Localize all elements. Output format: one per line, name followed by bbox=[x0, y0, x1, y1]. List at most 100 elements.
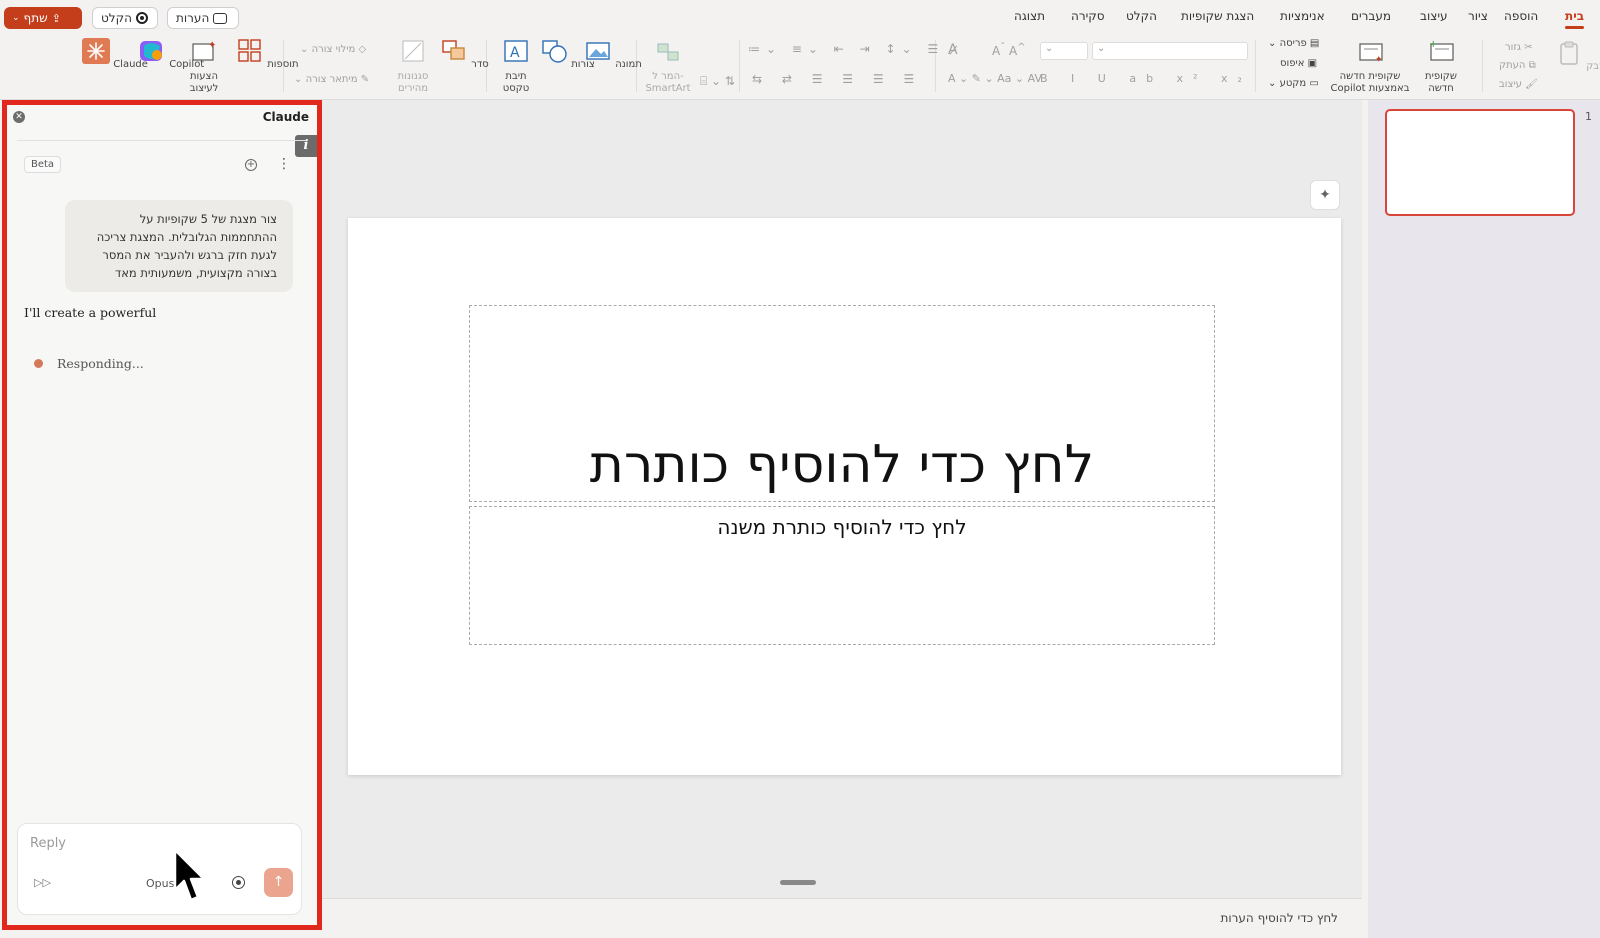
scissors-icon: ✂ bbox=[1524, 42, 1533, 53]
font-name-dropdown[interactable]: ⌄ bbox=[1092, 42, 1248, 60]
quick-styles-label-1: סגנונות bbox=[397, 71, 429, 82]
record-button[interactable]: הקלט bbox=[92, 7, 158, 29]
reply-composer: ▷▷ Opus ↑ bbox=[17, 823, 302, 915]
fast-forward-icon[interactable]: ▷▷ bbox=[34, 876, 51, 889]
textbox-label-2: טקסט bbox=[502, 83, 530, 94]
ribbon-separator bbox=[1482, 40, 1483, 92]
tab-transitions[interactable]: מעברים bbox=[1351, 9, 1391, 23]
copilot-new-slide-button[interactable]: ✦ שקופית חדשה Copilot באמצעות bbox=[1330, 38, 1410, 95]
textbox-label-1: תיבת bbox=[505, 71, 527, 82]
tab-draw[interactable]: ציור bbox=[1468, 9, 1488, 23]
shapes-button[interactable]: צורות bbox=[540, 38, 595, 71]
send-button[interactable]: ↑ bbox=[264, 868, 293, 897]
shapes-label: צורות bbox=[571, 59, 595, 70]
reset-label: איפוס bbox=[1280, 58, 1305, 69]
text-direction-icon[interactable]: ⌸ ⌄ ⇅ bbox=[700, 74, 735, 89]
comment-bubble-icon bbox=[213, 12, 228, 24]
copilot-slide-label-1: שקופית חדשה bbox=[1339, 71, 1401, 82]
current-slide[interactable]: לחץ כדי להוסיף כותרת לחץ כדי להוסיף כותר… bbox=[348, 218, 1341, 775]
claude-addin-button[interactable]: Claude bbox=[82, 38, 148, 71]
notes-placeholder: לחץ כדי להוסיף הערות bbox=[1220, 911, 1338, 925]
align-buttons[interactable]: ⇆ ⇄ ☰ ☰ ☰ ☰ bbox=[752, 72, 922, 86]
model-selector[interactable]: Opus bbox=[146, 877, 174, 890]
share-label: שתף bbox=[23, 11, 48, 25]
shapes-icon bbox=[542, 40, 567, 63]
tab-review[interactable]: סקירה bbox=[1071, 9, 1105, 23]
tab-design[interactable]: עיצוב bbox=[1420, 9, 1448, 23]
format-painter-button[interactable]: עיצוב 🖌 bbox=[1499, 79, 1538, 90]
copilot-slide-label-2: Copilot באמצעות bbox=[1330, 83, 1410, 94]
outline-pen-icon: ✎ bbox=[360, 74, 370, 85]
design-ideas-label-1: הצעות bbox=[189, 71, 219, 82]
notes-splitter-handle[interactable] bbox=[780, 880, 816, 885]
responding-label: Responding... bbox=[57, 356, 144, 371]
ribbon-tab-bar: בית הוספה ציור עיצוב מעברים אנימציות הצג… bbox=[0, 0, 1600, 34]
designer-sparkle-button[interactable]: ✦ bbox=[1310, 180, 1340, 210]
shape-fill-button[interactable]: ⌄ מילוי צורה ◇ bbox=[300, 44, 366, 55]
paste-button[interactable]: הדבק bbox=[1555, 40, 1600, 73]
tab-home[interactable]: בית bbox=[1565, 9, 1585, 29]
font-color-buttons[interactable]: A ⌄ ✎ ⌄ Aa ⌄ AV bbox=[948, 72, 1042, 85]
user-message-line: צור מצגת של 5 שקופיות על bbox=[139, 212, 277, 226]
tab-slideshow[interactable]: הצגת שקופיות bbox=[1181, 9, 1254, 23]
comments-button[interactable]: הערות bbox=[167, 7, 239, 29]
svg-text:+: + bbox=[1429, 39, 1437, 50]
layout-button[interactable]: ⌄ פריסה ▤ bbox=[1268, 38, 1319, 49]
quick-styles-label-2: מהירים bbox=[397, 83, 429, 94]
close-icon[interactable]: ✕ bbox=[13, 111, 25, 123]
section-label: מקטע bbox=[1279, 78, 1307, 89]
layout-label: פריסה bbox=[1279, 38, 1307, 49]
title-placeholder[interactable]: לחץ כדי להוסיף כותרת bbox=[469, 305, 1215, 502]
addins-button[interactable]: תוספות bbox=[236, 38, 299, 71]
title-placeholder-text: לחץ כדי להוסיף כותרת bbox=[589, 435, 1095, 495]
clear-format-icon[interactable]: A̷ bbox=[948, 42, 958, 58]
textbox-icon: A bbox=[504, 40, 528, 62]
ribbon-separator bbox=[739, 40, 740, 92]
convert-smartart-button[interactable]: המר ל- SmartArt bbox=[642, 38, 694, 95]
font-style-buttons[interactable]: B I U ab x² x₂ bbox=[1040, 72, 1252, 85]
new-slide-button[interactable]: + שקופית חדשה bbox=[1410, 38, 1472, 95]
svg-text:✦: ✦ bbox=[1375, 55, 1383, 64]
tab-animations[interactable]: אנימציות bbox=[1280, 9, 1325, 23]
more-options-icon[interactable]: ⋮ bbox=[277, 157, 291, 171]
arrow-up-icon: ↑ bbox=[272, 874, 285, 890]
brush-icon: 🖌 bbox=[1525, 79, 1538, 90]
quick-styles-button[interactable]: סגנונות מהירים bbox=[386, 38, 440, 95]
layout-icon: ▤ bbox=[1309, 38, 1320, 49]
textbox-button[interactable]: A תיבת טקסט bbox=[494, 38, 538, 95]
tab-record[interactable]: הקלט bbox=[1126, 9, 1157, 23]
section-button[interactable]: ⌄ מקטע ▭ bbox=[1268, 78, 1319, 89]
font-size-buttons[interactable]: Aˇ A^ bbox=[992, 42, 1026, 58]
tab-insert[interactable]: הוספה bbox=[1504, 9, 1538, 23]
thumbnail-number: 1 bbox=[1585, 110, 1592, 123]
cut-button[interactable]: גזור ✂ bbox=[1505, 42, 1533, 53]
copilot-label: Copilot bbox=[169, 59, 205, 70]
chevron-down-icon: ⌄ bbox=[1097, 43, 1106, 54]
shape-outline-button[interactable]: ⌄ מיתאר צורה ✎ bbox=[294, 74, 369, 85]
picture-label: תמונה bbox=[615, 59, 642, 70]
copy-button[interactable]: העתק ⧉ bbox=[1499, 60, 1536, 71]
new-chat-icon[interactable]: + bbox=[245, 159, 257, 171]
record-target-icon[interactable] bbox=[232, 876, 245, 889]
shape-fill-label: מילוי צורה bbox=[311, 44, 356, 55]
arrange-button[interactable]: סדר bbox=[440, 38, 489, 71]
list-buttons[interactable]: ≔⌄ ≡⌄ ⇤ ⇥ ↕⌄ ☰ bbox=[748, 42, 944, 56]
slide-thumbnail[interactable] bbox=[1385, 109, 1575, 216]
notes-pane[interactable]: לחץ כדי להוסיף הערות bbox=[322, 898, 1362, 938]
smartart-label-1: המר ל- bbox=[652, 71, 684, 82]
shape-outline-label: מיתאר צורה bbox=[305, 74, 358, 85]
reset-button[interactable]: איפוס ▣ bbox=[1280, 58, 1317, 69]
font-size-dropdown[interactable]: ⌄ bbox=[1040, 42, 1088, 60]
responding-status: Responding... bbox=[34, 356, 144, 371]
info-icon[interactable]: i bbox=[295, 135, 317, 157]
svg-text:A: A bbox=[510, 45, 520, 61]
claude-side-pane: ✕ Claude i Beta + ⋮ צור מצגת של 5 שקופיו… bbox=[2, 100, 322, 930]
copy-icon: ⧉ bbox=[1528, 60, 1536, 71]
svg-text:✦: ✦ bbox=[208, 40, 216, 51]
format-painter-label: עיצוב bbox=[1499, 79, 1522, 90]
subtitle-placeholder-text: לחץ כדי להוסיף כותרת משנה bbox=[717, 515, 967, 539]
subtitle-placeholder[interactable]: לחץ כדי להוסיף כותרת משנה bbox=[469, 506, 1215, 645]
share-button[interactable]: ⌄ שתף ⇪ bbox=[4, 7, 82, 29]
tab-view[interactable]: תצוגה bbox=[1014, 9, 1045, 23]
ribbon-separator bbox=[1255, 40, 1256, 92]
